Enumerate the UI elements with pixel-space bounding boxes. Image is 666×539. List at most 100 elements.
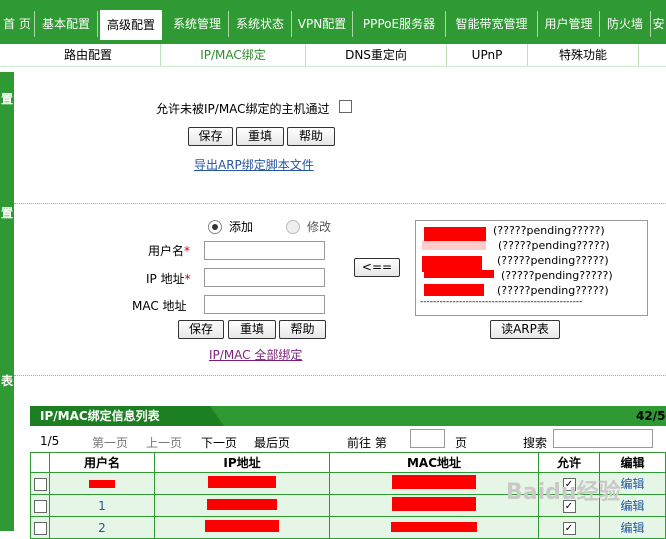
ip-input[interactable] — [204, 268, 325, 287]
redacted-value — [207, 498, 277, 510]
username-label: 用户名* — [148, 244, 191, 258]
table-header-row: 用户名 IP地址 MAC地址 允许 编辑 — [30, 452, 666, 473]
side-label: 表 — [1, 374, 14, 388]
pager-bar: 1/5 第一页 上一页 下一页 最后页 前往 第 页 搜索 — [30, 426, 666, 452]
tab-system-management[interactable]: 系统管理 — [166, 11, 229, 37]
subtab-routing[interactable]: 路由配置 — [16, 44, 161, 66]
sub-nav: 路由配置 IP/MAC绑定 DNS重定向 UPnP 特殊功能 — [0, 44, 666, 67]
read-arp-table-button[interactable]: 读ARP表 — [490, 320, 560, 339]
redacted-value — [392, 497, 476, 511]
username-input[interactable] — [204, 241, 325, 260]
radio-add-label: 添加 — [229, 220, 254, 234]
side-label: 置 — [1, 92, 14, 106]
redacted-value — [208, 476, 276, 488]
arp-entry[interactable]: (?????pending?????) — [497, 254, 609, 267]
column-header[interactable]: 编辑 — [599, 452, 666, 473]
side-label: 置 — [1, 206, 14, 220]
arp-entry[interactable]: (?????pending?????) — [493, 224, 605, 237]
allow-unbound-label: 允许未被IP/MAC绑定的主机通过 — [156, 102, 330, 116]
page-indicator: 1/5 — [40, 434, 60, 448]
username-cell[interactable]: 1 — [49, 494, 155, 517]
bind-all-link[interactable]: IP/MAC 全部绑定 — [209, 346, 302, 363]
move-arp-entry-button[interactable]: <== — [354, 258, 400, 277]
row-select-checkbox[interactable] — [33, 477, 47, 491]
radio-modify[interactable] — [286, 220, 300, 234]
tab-bandwidth-management[interactable]: 智能带宽管理 — [446, 11, 538, 37]
redacted-value — [392, 475, 476, 489]
arp-entry[interactable]: (?????pending?????) — [498, 239, 610, 252]
arp-entry[interactable]: (?????pending?????) — [497, 284, 609, 297]
global-help-button[interactable]: 帮助 — [287, 127, 335, 146]
row-select-checkbox[interactable] — [33, 499, 47, 513]
watermark: Baidu经验 — [506, 480, 621, 505]
goto-page-label: 前往 第 — [347, 436, 387, 450]
edit-link[interactable]: 编辑 — [599, 516, 666, 539]
search-label: 搜索 — [523, 436, 548, 450]
redacted-value — [205, 520, 279, 532]
tab-user-management[interactable]: 用户管理 — [538, 11, 600, 37]
redacted-value — [391, 521, 477, 532]
allow-cell: ✓ — [538, 516, 600, 539]
redacted-ip — [424, 284, 484, 296]
global-save-button[interactable]: 保存 — [188, 127, 233, 146]
subtab-special-functions[interactable]: 特殊功能 — [528, 44, 639, 66]
row-select-cell — [30, 472, 50, 495]
bind-save-button[interactable]: 保存 — [178, 320, 224, 339]
table-row: 2 ✓ 编辑 — [30, 516, 666, 539]
allow-unbound-checkbox[interactable] — [339, 100, 352, 113]
tab-security[interactable]: 安 — [651, 11, 666, 37]
allow-checkbox[interactable]: ✓ — [562, 521, 576, 535]
list-count: 42/50 — [636, 409, 666, 423]
mac-cell — [329, 516, 539, 539]
section-divider — [14, 203, 666, 204]
search-input[interactable] — [553, 429, 653, 448]
row-select-checkbox[interactable] — [33, 521, 47, 535]
row-select-cell — [30, 516, 50, 539]
bind-help-button[interactable]: 帮助 — [279, 320, 326, 339]
prev-page-link[interactable]: 上一页 — [146, 434, 182, 451]
subtab-upnp[interactable]: UPnP — [447, 44, 528, 66]
ip-cell — [154, 516, 330, 539]
row-select-cell — [30, 494, 50, 517]
page-unit-label: 页 — [455, 436, 468, 450]
goto-page-input[interactable] — [410, 429, 445, 448]
section-divider — [14, 375, 666, 376]
tab-basic-config[interactable]: 基本配置 — [35, 11, 98, 37]
first-page-link[interactable]: 第一页 — [92, 434, 128, 451]
export-arp-script-link[interactable]: 导出ARP绑定脚本文件 — [194, 156, 314, 173]
username-cell[interactable]: 2 — [49, 516, 155, 539]
subtab-ip-mac-binding[interactable]: IP/MAC绑定 — [161, 44, 306, 66]
tab-home[interactable]: 首 页 — [0, 11, 35, 37]
tab-advanced-config[interactable]: 高级配置 — [99, 9, 163, 41]
next-page-link[interactable]: 下一页 — [201, 434, 237, 451]
redacted-value — [89, 479, 115, 488]
column-header[interactable]: MAC地址 — [329, 452, 539, 473]
mac-label: MAC 地址 — [132, 299, 187, 313]
bind-reset-button[interactable]: 重填 — [228, 320, 276, 339]
subtab-dns-redirect[interactable]: DNS重定向 — [306, 44, 447, 66]
list-title: IP/MAC绑定信息列表 — [30, 406, 224, 426]
ip-label: IP 地址* — [146, 272, 191, 286]
tab-vpn-config[interactable]: VPN配置 — [292, 11, 353, 37]
arp-entry[interactable]: (?????pending?????) — [501, 269, 613, 282]
column-header[interactable]: IP地址 — [154, 452, 330, 473]
redacted-ip — [422, 241, 486, 250]
radio-modify-label: 修改 — [307, 220, 332, 234]
redacted-ip — [424, 227, 486, 241]
select-column-header — [30, 452, 50, 473]
column-header[interactable]: 用户名 — [49, 452, 155, 473]
redacted-ip — [424, 270, 494, 278]
ip-cell — [154, 472, 330, 495]
last-page-link[interactable]: 最后页 — [254, 434, 290, 451]
arp-separator: ----------------------------------------… — [420, 297, 583, 307]
arp-list-box[interactable]: (?????pending?????) (?????pending?????) … — [415, 220, 648, 316]
radio-add[interactable] — [208, 220, 222, 234]
left-section-strip: 置 置 表 — [0, 72, 14, 531]
username-cell — [49, 472, 155, 495]
global-reset-button[interactable]: 重填 — [236, 127, 284, 146]
tab-system-status[interactable]: 系统状态 — [229, 11, 292, 37]
mac-input[interactable] — [204, 295, 325, 314]
tab-firewall[interactable]: 防火墙 — [600, 11, 651, 37]
column-header[interactable]: 允许 — [538, 452, 600, 473]
tab-pppoe-server[interactable]: PPPoE服务器 — [353, 11, 446, 37]
